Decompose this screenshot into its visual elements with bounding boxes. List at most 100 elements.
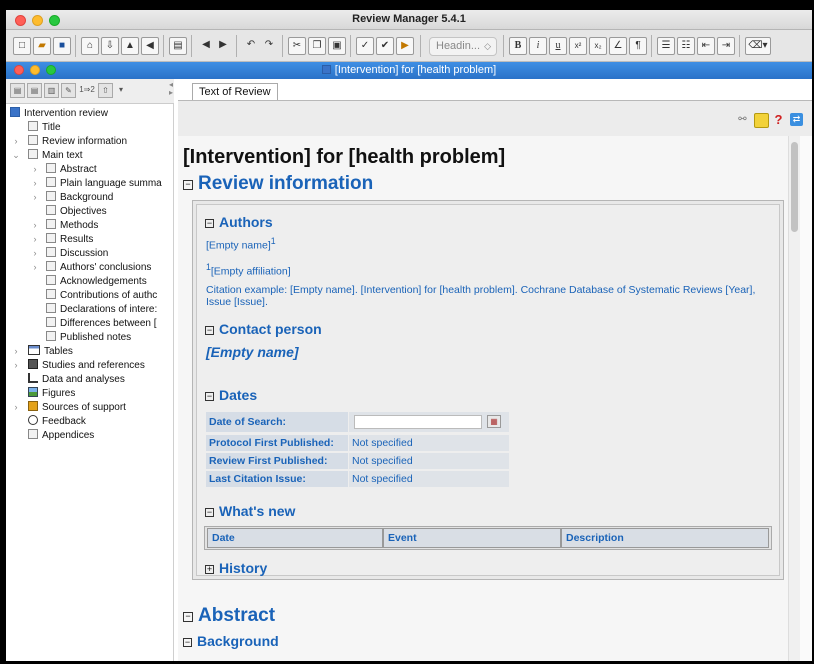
indent-icon[interactable]: ⇥	[717, 37, 735, 55]
expand-chevron-icon[interactable]: ›	[31, 262, 39, 272]
tree-item-background[interactable]: Background	[46, 191, 172, 205]
tree-item-appendices[interactable]: Appendices	[28, 429, 94, 443]
expand-chevron-icon[interactable]: ›	[12, 346, 20, 356]
document-view[interactable]: [Intervention] for [health problem] − Rev…	[178, 136, 788, 661]
paragraph-icon[interactable]: ¶	[629, 37, 647, 55]
calendar-icon[interactable]: ▦	[487, 415, 501, 428]
expand-icon[interactable]: +	[205, 565, 214, 574]
tree-item-published-notes[interactable]: Published notes	[46, 331, 172, 345]
add-item-icon[interactable]: ▤	[10, 83, 25, 98]
tree-item-objectives[interactable]: Objectives	[46, 205, 172, 219]
collapse-chevron-icon[interactable]: ⌄	[12, 150, 20, 161]
move-up-icon[interactable]: ⇧	[98, 83, 113, 98]
tree-item-review-information[interactable]: Review information	[28, 135, 127, 149]
collapse-icon[interactable]: −	[205, 392, 214, 401]
section-contact-person[interactable]: − Contact person	[205, 321, 322, 337]
scrollbar-thumb[interactable]	[791, 142, 798, 232]
expand-chevron-icon[interactable]: ›	[31, 164, 39, 174]
undo-icon[interactable]: ↶	[242, 37, 260, 55]
collapse-icon[interactable]: −	[183, 638, 192, 647]
forward-icon[interactable]: ▲	[121, 37, 139, 55]
collapse-icon[interactable]: −	[183, 612, 193, 622]
cut-icon[interactable]: ✂	[288, 37, 306, 55]
section-history[interactable]: + History	[205, 560, 267, 576]
section-whats-new[interactable]: − What's new	[205, 503, 295, 519]
paste-icon[interactable]: ▣	[328, 37, 346, 55]
superscript-icon[interactable]: x²	[569, 37, 587, 55]
underline-icon[interactable]: u	[549, 37, 567, 55]
back-icon[interactable]: ◀	[141, 37, 159, 55]
clear-format-icon[interactable]: ⌫▾	[745, 37, 771, 55]
expand-chevron-icon[interactable]: ›	[12, 360, 20, 370]
bullet-list-icon[interactable]: ☰	[657, 37, 675, 55]
column-header-date[interactable]: Date	[207, 528, 383, 548]
collapse-icon[interactable]: −	[205, 508, 214, 517]
tree-item-main-text[interactable]: Main text	[28, 149, 83, 163]
navigate-forward-icon[interactable]: ▶	[214, 37, 232, 55]
expand-chevron-icon[interactable]: ›	[31, 248, 39, 258]
section-dates[interactable]: − Dates	[205, 387, 257, 403]
tree-item-declarations-of-interest[interactable]: Declarations of intere:	[46, 303, 172, 317]
collapse-icon[interactable]: −	[205, 219, 214, 228]
collapse-icon[interactable]: −	[205, 326, 214, 335]
author-affiliation[interactable]: 1[Empty affiliation]	[206, 262, 291, 278]
bold-icon[interactable]: B	[509, 37, 527, 55]
section-background[interactable]: − Background	[183, 633, 279, 649]
new-document-icon[interactable]: □	[13, 37, 31, 55]
numbered-list-icon[interactable]: ☷	[677, 37, 695, 55]
add-sub-item-icon[interactable]: ▤	[27, 83, 42, 98]
column-header-event[interactable]: Event	[383, 528, 561, 548]
tree-item-studies-and-references[interactable]: Studies and references	[28, 359, 145, 373]
sidebar-collapse-icon[interactable]: ◂ ▸	[169, 81, 173, 97]
tree-item-abstract[interactable]: Abstract	[46, 163, 172, 177]
expand-chevron-icon[interactable]: ›	[31, 234, 39, 244]
help-icon[interactable]: ?	[772, 113, 785, 126]
open-folder-icon[interactable]: ▰	[33, 37, 51, 55]
expand-chevron-icon[interactable]: ›	[31, 192, 39, 202]
tree-item-plain-language-summary[interactable]: Plain language summa	[46, 177, 172, 191]
section-abstract[interactable]: − Abstract	[183, 605, 275, 627]
renumber-icon[interactable]: 1⇒2	[78, 83, 96, 98]
tree-item-data-and-analyses[interactable]: Data and analyses	[28, 373, 125, 387]
document-scrollbar[interactable]	[788, 136, 800, 661]
tree-item-methods[interactable]: Methods	[46, 219, 172, 233]
properties-icon[interactable]: ▥	[44, 83, 59, 98]
collapse-icon[interactable]: −	[183, 180, 193, 190]
expand-chevron-icon[interactable]: ›	[12, 402, 20, 412]
tree-item-results[interactable]: Results	[46, 233, 172, 247]
home-icon[interactable]: ⌂	[81, 37, 99, 55]
tree-item-title[interactable]: Title	[28, 121, 61, 135]
column-header-description[interactable]: Description	[561, 528, 769, 548]
subscript-icon[interactable]: x₂	[589, 37, 607, 55]
tree-item-sources-of-support[interactable]: Sources of support	[28, 401, 126, 415]
author-name[interactable]: [Empty name]1	[206, 236, 276, 252]
import-icon[interactable]: ⇩	[101, 37, 119, 55]
section-authors[interactable]: − Authors	[205, 214, 273, 230]
more-options-icon[interactable]: ▾	[115, 83, 127, 98]
tree-item-figures[interactable]: Figures	[28, 387, 75, 401]
tree-item-contributions-of-authors[interactable]: Contributions of authc	[46, 289, 172, 303]
spell-check-icon[interactable]: ✓	[356, 37, 374, 55]
contact-name[interactable]: [Empty name]	[206, 344, 299, 360]
outdent-icon[interactable]: ⇤	[697, 37, 715, 55]
link-icon[interactable]: ⚯	[736, 113, 749, 126]
tree-item-feedback[interactable]: Feedback	[28, 415, 86, 429]
tree-item-authors-conclusions[interactable]: Authors' conclusions	[46, 261, 172, 275]
highlight-icon[interactable]: ∠	[609, 37, 627, 55]
tree-item-differences-between[interactable]: Differences between [	[46, 317, 172, 331]
expand-chevron-icon[interactable]: ›	[31, 220, 39, 230]
navigate-back-icon[interactable]: ◀	[197, 37, 215, 55]
switch-view-icon[interactable]: ⇄	[790, 113, 803, 126]
redo-icon[interactable]: ↷	[260, 37, 278, 55]
find-replace-icon[interactable]: ▶	[396, 37, 414, 55]
print-icon[interactable]: ▤	[169, 37, 187, 55]
expand-chevron-icon[interactable]: ›	[31, 178, 39, 188]
spell-check-all-icon[interactable]: ✔	[376, 37, 394, 55]
copy-icon[interactable]: ❐	[308, 37, 326, 55]
date-of-search-input[interactable]	[354, 415, 482, 429]
save-icon[interactable]: ■	[53, 37, 71, 55]
heading-style-select[interactable]: Headin... ◇	[429, 37, 497, 56]
tree-item-tables[interactable]: Tables	[28, 345, 73, 359]
tree-item-intervention-review[interactable]: Intervention review	[10, 107, 108, 121]
expand-chevron-icon[interactable]: ›	[12, 136, 20, 146]
